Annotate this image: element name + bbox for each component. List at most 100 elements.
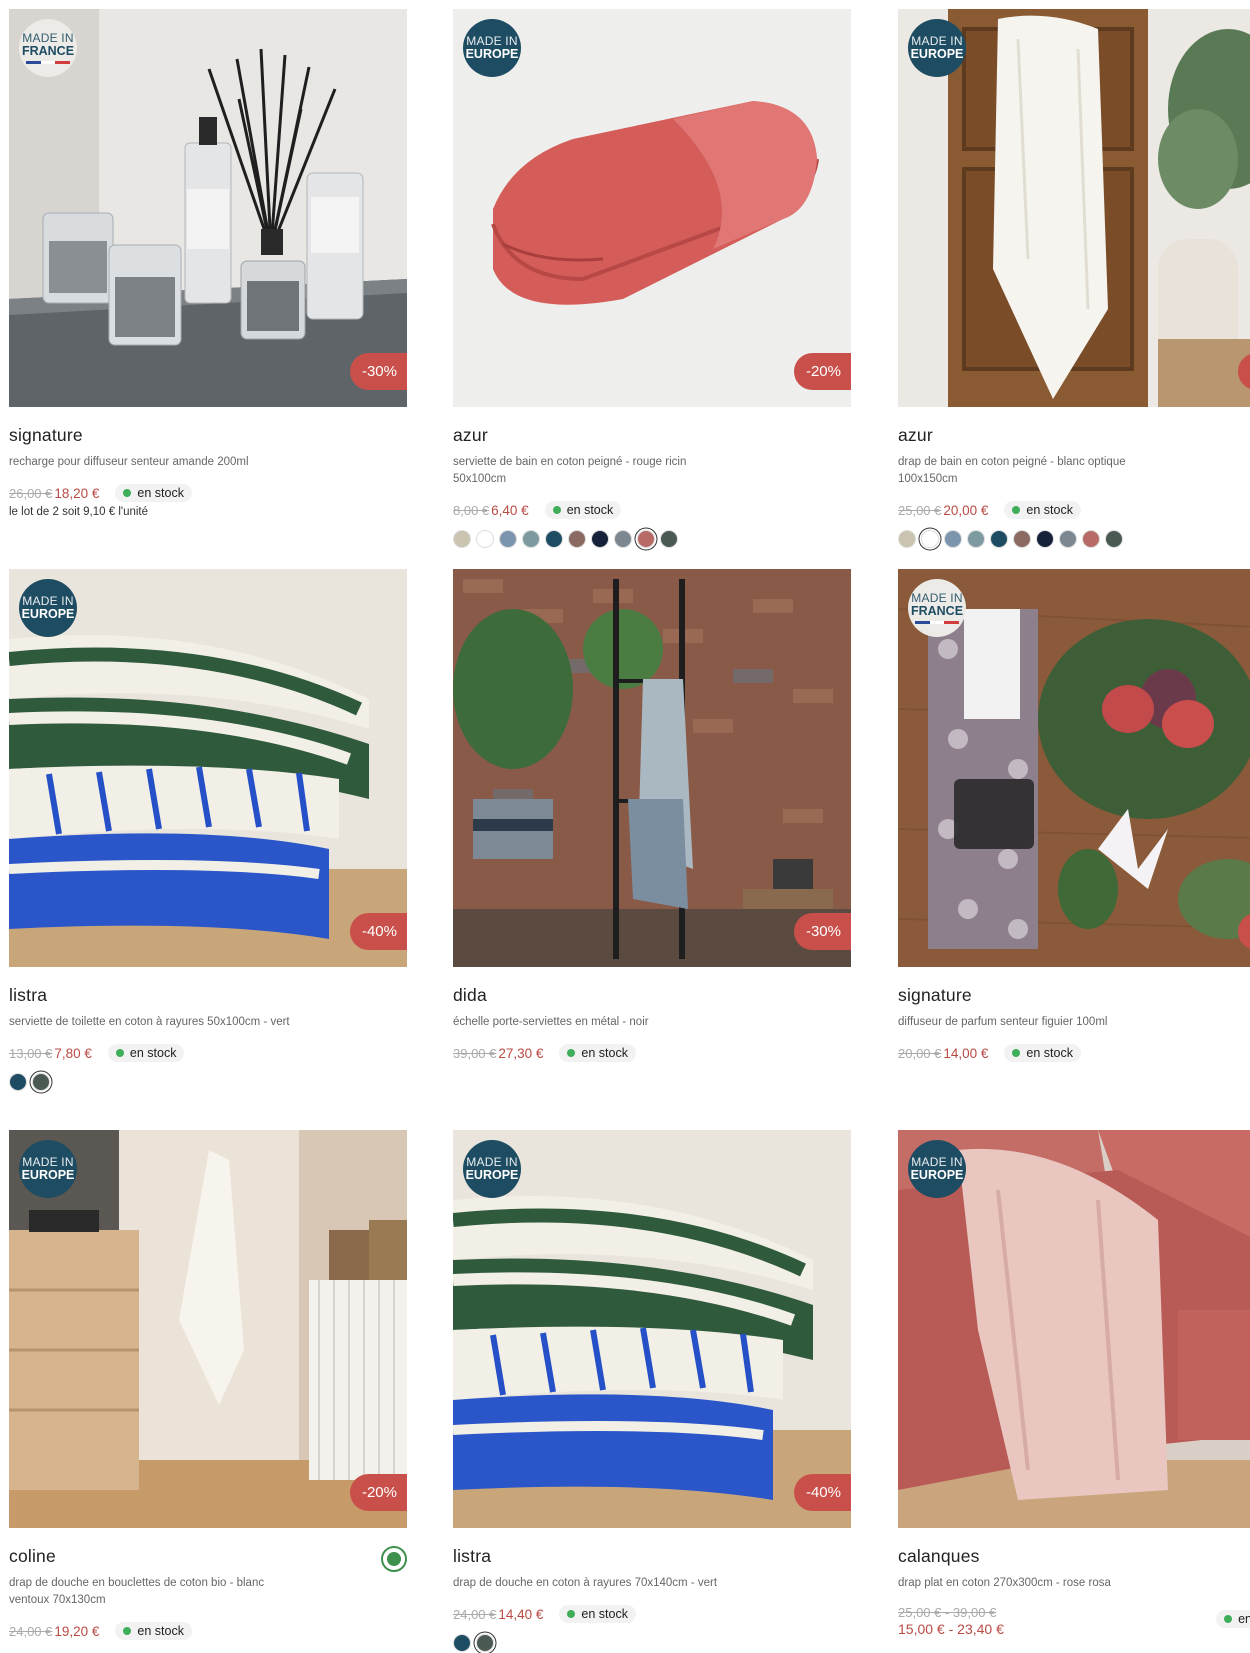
color-swatch[interactable] bbox=[990, 530, 1008, 548]
old-price: 13,00 € bbox=[9, 1045, 53, 1061]
color-swatch[interactable] bbox=[522, 530, 540, 548]
product-description: drap de douche en coton à rayures 70x140… bbox=[453, 1577, 718, 1589]
color-swatch[interactable] bbox=[568, 530, 586, 548]
color-swatch[interactable] bbox=[476, 530, 494, 548]
product-card[interactable]: MADE IN EUROPE -40% listra drap de douch… bbox=[453, 1130, 851, 1652]
product-card[interactable]: -30% dida échelle porte-serviettes en mé… bbox=[453, 569, 851, 1063]
product-image[interactable]: -30% bbox=[453, 569, 851, 967]
made-in-badge: MADE IN EUROPE bbox=[19, 579, 77, 637]
stock-status: en stock bbox=[1004, 501, 1081, 519]
discount-badge: -40% bbox=[349, 913, 407, 950]
sale-price: 15,00 € - 23,40 € bbox=[898, 1621, 1004, 1637]
color-swatch[interactable] bbox=[614, 530, 632, 548]
old-price: 24,00 € bbox=[9, 1623, 53, 1639]
product-card[interactable]: MADE IN EUROPE azur drap de bain en coto… bbox=[898, 9, 1250, 548]
product-name[interactable]: azur bbox=[453, 425, 851, 446]
product-image[interactable]: MADE IN EUROPE -40% bbox=[453, 1130, 851, 1528]
stock-status: en stock bbox=[559, 1044, 636, 1062]
stock-status: en stock bbox=[115, 484, 192, 502]
sale-price: 14,40 € bbox=[498, 1606, 544, 1622]
towel-ladder-photo bbox=[453, 569, 851, 967]
discount-badge: -30% bbox=[349, 353, 407, 390]
sale-price: 20,00 € bbox=[943, 502, 989, 518]
made-in-badge: MADE IN EUROPE bbox=[463, 1140, 521, 1198]
color-swatch[interactable] bbox=[637, 530, 655, 548]
stock-dot-icon bbox=[123, 1627, 132, 1635]
color-swatch[interactable] bbox=[545, 530, 563, 548]
product-image[interactable]: MADE IN EUROPE bbox=[898, 9, 1250, 407]
french-flag-icon bbox=[26, 60, 71, 64]
product-description: serviette de toilette en coton à rayures… bbox=[9, 1016, 290, 1028]
stock-status: en bbox=[1216, 1610, 1250, 1628]
old-price: 25,00 € - 39,00 € bbox=[898, 1605, 997, 1620]
color-swatch[interactable] bbox=[660, 530, 678, 548]
color-swatch[interactable] bbox=[921, 530, 939, 548]
product-name[interactable]: dida bbox=[453, 985, 851, 1006]
product-card[interactable]: MADE IN EUROPE -40% listra serviette de … bbox=[9, 569, 407, 1091]
product-image[interactable]: MADE IN FRANCE -30% bbox=[9, 9, 407, 407]
made-in-badge: MADE IN EUROPE bbox=[908, 19, 966, 77]
sale-price: 19,20 € bbox=[54, 1623, 100, 1639]
color-swatch[interactable] bbox=[898, 530, 916, 548]
sale-price: 6,40 € bbox=[491, 502, 529, 518]
lot-note: le lot de 2 soit 9,10 € l'unité bbox=[9, 506, 149, 518]
product-image[interactable]: MADE IN EUROPE -20% bbox=[453, 9, 851, 407]
color-swatch[interactable] bbox=[967, 530, 985, 548]
old-price: 25,00 € bbox=[898, 502, 942, 518]
stock-dot-icon bbox=[1012, 506, 1021, 514]
product-image[interactable]: MADE IN EUROPE -40% bbox=[9, 569, 407, 967]
price-line: 8,00 € 6,40 € en stock bbox=[453, 500, 851, 520]
product-card[interactable]: MADE IN EUROPE calanques drap plat en co… bbox=[898, 1130, 1250, 1638]
color-swatch[interactable] bbox=[1082, 530, 1100, 548]
color-swatch[interactable] bbox=[591, 530, 609, 548]
color-swatch[interactable] bbox=[1105, 530, 1123, 548]
price-range: 25,00 € - 39,00 € 15,00 € - 23,40 € bbox=[898, 1604, 1250, 1638]
product-card[interactable]: MADE IN FRANCE -30% signature recharge p… bbox=[9, 9, 407, 518]
product-description: diffuseur de parfum senteur figuier 100m… bbox=[898, 1016, 1108, 1028]
color-swatch[interactable] bbox=[944, 530, 962, 548]
product-card[interactable]: MADE IN EUROPE -20% coline drap de douch… bbox=[9, 1130, 407, 1641]
price-line: 26,00 € 18,20 € en stock bbox=[9, 483, 407, 503]
price-line: 25,00 € 20,00 € en stock bbox=[898, 500, 1250, 520]
price-line: 24,00 € 19,20 € en stock bbox=[9, 1621, 407, 1641]
made-in-badge: MADE IN EUROPE bbox=[463, 19, 521, 77]
color-swatch[interactable] bbox=[499, 530, 517, 548]
price-line: 24,00 € 14,40 € en stock bbox=[453, 1604, 851, 1624]
product-name[interactable]: azur bbox=[898, 425, 1250, 446]
stock-status: en stock bbox=[544, 501, 622, 519]
stock-status: en stock bbox=[115, 1622, 192, 1640]
product-description: échelle porte-serviettes en métal - noir bbox=[453, 1016, 649, 1028]
sale-price: 14,00 € bbox=[943, 1045, 989, 1061]
made-in-badge: MADE IN FRANCE bbox=[908, 579, 966, 637]
folded-towel-photo bbox=[453, 9, 851, 407]
product-name[interactable]: calanques bbox=[898, 1546, 1250, 1567]
product-name[interactable]: signature bbox=[9, 425, 407, 446]
product-name[interactable]: listra bbox=[453, 1546, 851, 1567]
stock-dot-icon bbox=[1224, 1615, 1233, 1623]
sale-price: 27,30 € bbox=[498, 1045, 544, 1061]
product-description: drap de bain en coton peigné - blanc opt… bbox=[898, 456, 1126, 485]
product-name[interactable]: coline bbox=[9, 1546, 407, 1567]
product-card[interactable]: MADE IN FRANCE signature diffuseur de pa… bbox=[898, 569, 1250, 1063]
color-swatch[interactable] bbox=[453, 1634, 471, 1652]
color-swatch[interactable] bbox=[9, 1073, 27, 1091]
made-in-badge: MADE IN EUROPE bbox=[908, 1140, 966, 1198]
color-swatch[interactable] bbox=[1013, 530, 1031, 548]
stock-dot-icon bbox=[552, 506, 561, 514]
product-image[interactable]: MADE IN FRANCE bbox=[898, 569, 1250, 967]
product-name[interactable]: signature bbox=[898, 985, 1250, 1006]
product-image[interactable]: MADE IN EUROPE -20% bbox=[9, 1130, 407, 1528]
product-card[interactable]: MADE IN EUROPE -20% azur serviette de ba… bbox=[453, 9, 851, 548]
product-name[interactable]: listra bbox=[9, 985, 407, 1006]
old-price: 26,00 € bbox=[9, 485, 53, 501]
old-price: 39,00 € bbox=[453, 1045, 497, 1061]
made-in-badge: MADE IN FRANCE bbox=[19, 19, 77, 77]
product-image[interactable]: MADE IN EUROPE bbox=[898, 1130, 1250, 1528]
color-swatch[interactable] bbox=[32, 1073, 50, 1091]
price-line: 13,00 € 7,80 € en stock bbox=[9, 1043, 407, 1063]
color-swatch[interactable] bbox=[453, 530, 471, 548]
color-swatch[interactable] bbox=[476, 1634, 494, 1652]
color-swatch[interactable] bbox=[1036, 530, 1054, 548]
candles-diffuser-photo bbox=[9, 9, 407, 407]
color-swatch[interactable] bbox=[1059, 530, 1077, 548]
